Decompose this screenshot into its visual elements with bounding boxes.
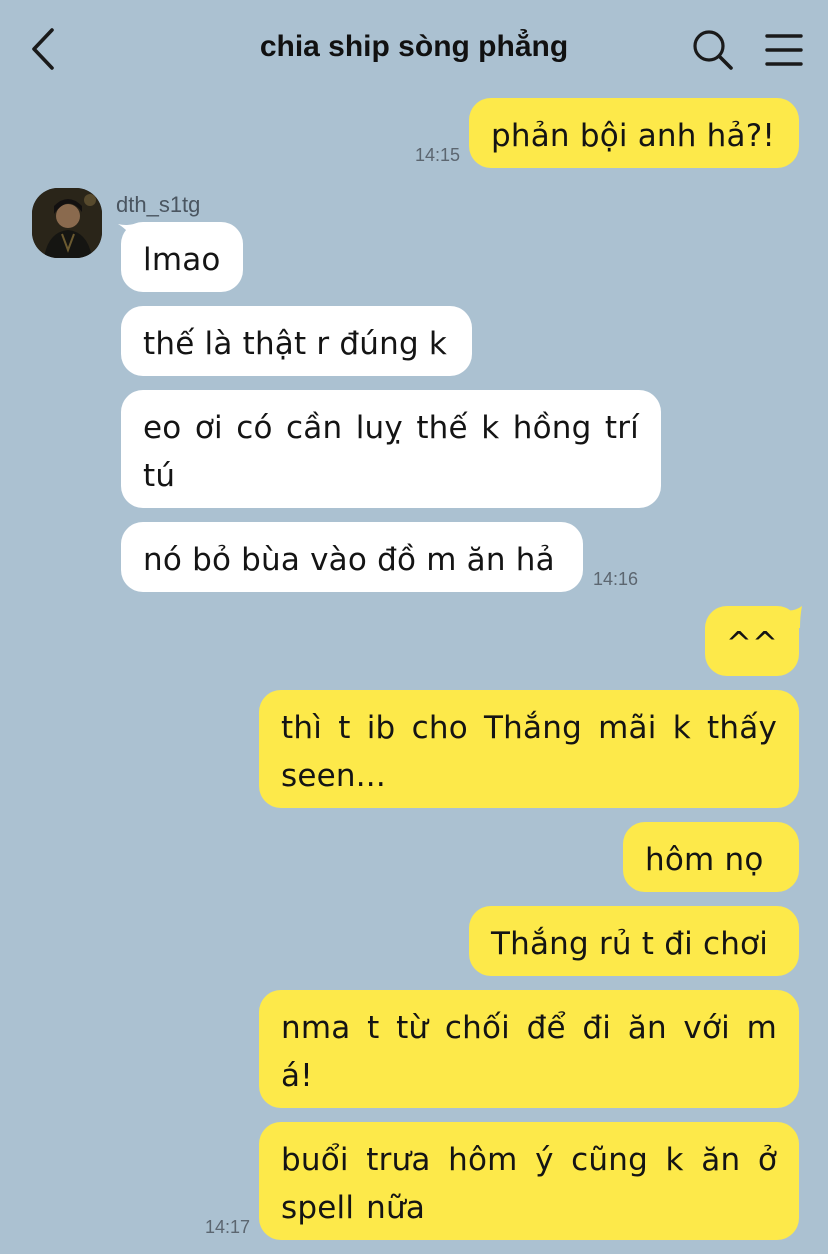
- outgoing-message-bubble[interactable]: buổi trưa hôm ý cũng k ăn ở spell nữa: [259, 1122, 799, 1240]
- message-timestamp: 14:16: [593, 569, 639, 589]
- outgoing-message-bubble[interactable]: ^^: [705, 606, 799, 676]
- sender-name: dth_s1tg: [116, 192, 201, 217]
- search-button[interactable]: [692, 29, 734, 71]
- chat-header: chia ship sòng phẳng: [0, 0, 828, 96]
- avatar-photo: [32, 188, 102, 258]
- message-timestamp: 14:15: [415, 145, 461, 165]
- outgoing-message-bubble[interactable]: Thắng rủ t đi chơi: [469, 906, 799, 976]
- incoming-message-bubble[interactable]: lmao: [121, 222, 243, 292]
- message-timestamp: 14:17: [205, 1217, 251, 1237]
- outgoing-message-bubble[interactable]: thì t ib cho Thắng mãi k thấy seen...: [259, 690, 799, 808]
- hamburger-menu-icon: [765, 34, 803, 66]
- incoming-message-bubble[interactable]: eo ơi có cần luỵ thế k hồng trí tú: [121, 390, 661, 508]
- outgoing-message-bubble[interactable]: hôm nọ: [623, 822, 799, 892]
- outgoing-message-bubble[interactable]: phản bội anh hả?!: [469, 98, 799, 168]
- sender-avatar[interactable]: [32, 188, 102, 258]
- incoming-message-bubble[interactable]: nó bỏ bùa vào đồ m ăn hả: [121, 522, 583, 592]
- outgoing-message-bubble[interactable]: nma t từ chối để đi ăn với m á!: [259, 990, 799, 1108]
- menu-button[interactable]: [764, 32, 804, 68]
- search-icon: [693, 30, 733, 70]
- incoming-message-bubble[interactable]: thế là thật r đúng k: [121, 306, 472, 376]
